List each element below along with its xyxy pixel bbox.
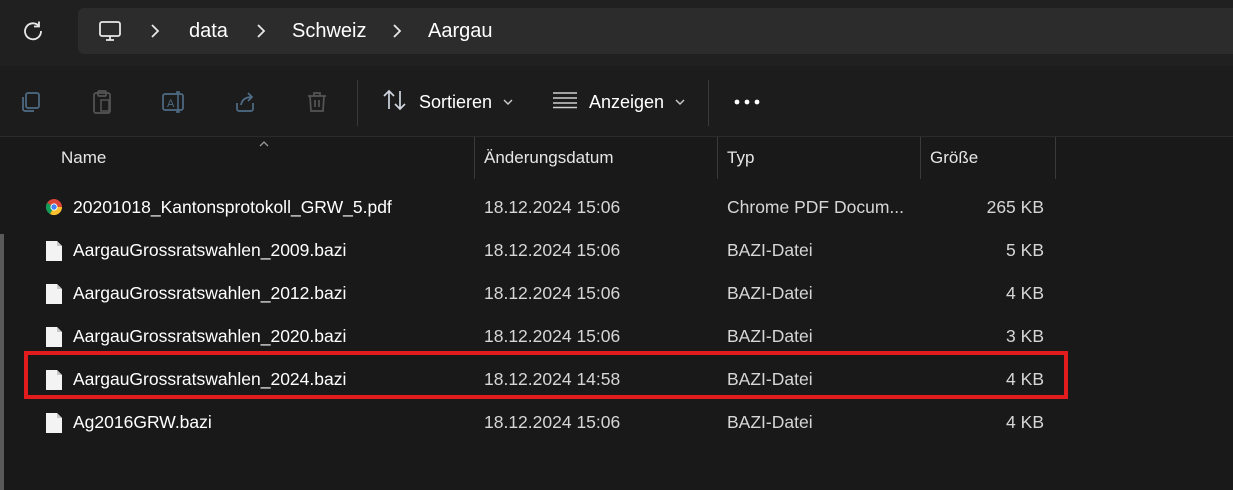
file-type: BAZI-Datei [727, 283, 813, 303]
refresh-icon[interactable] [20, 18, 46, 44]
file-size: 4 KB [1006, 412, 1044, 432]
file-size: 4 KB [1006, 283, 1044, 303]
file-type: Chrome PDF Docum... [727, 197, 904, 217]
file-name: 20201018_Kantonsprotokoll_GRW_5.pdf [73, 197, 392, 217]
file-row[interactable]: Ag2016GRW.bazi 18.12.2024 15:06 BAZI-Dat… [30, 401, 1070, 444]
computer-icon[interactable] [98, 19, 122, 48]
file-row-highlighted[interactable]: AargauGrossratswahlen_2024.bazi 18.12.20… [30, 358, 1070, 401]
file-name: AargauGrossratswahlen_2024.bazi [73, 369, 347, 389]
file-type: BAZI-Datei [727, 369, 813, 389]
column-size[interactable]: Größe [930, 137, 978, 179]
column-divider[interactable] [920, 137, 921, 179]
file-modified: 18.12.2024 14:58 [484, 369, 621, 389]
chevron-down-icon [502, 93, 514, 111]
file-name: AargauGrossratswahlen_2012.bazi [73, 283, 347, 303]
file-size: 265 KB [986, 197, 1044, 217]
breadcrumb-data[interactable]: data [189, 8, 228, 54]
scrollbar[interactable] [0, 234, 4, 490]
chrome-pdf-icon [45, 197, 63, 219]
chevron-down-icon [674, 93, 686, 111]
breadcrumb-aargau[interactable]: Aargau [428, 8, 493, 54]
svg-text:A: A [167, 98, 175, 110]
copy-icon[interactable] [17, 88, 45, 116]
file-icon [45, 240, 63, 262]
file-name: Ag2016GRW.bazi [73, 412, 212, 432]
column-header: Name Änderungsdatum Typ Größe [0, 137, 1233, 179]
more-icon[interactable] [732, 88, 762, 116]
file-icon [45, 369, 63, 391]
file-type: BAZI-Datei [727, 326, 813, 346]
file-size: 4 KB [1006, 369, 1044, 389]
file-modified: 18.12.2024 15:06 [484, 283, 621, 303]
column-modified[interactable]: Änderungsdatum [484, 137, 613, 179]
file-icon [45, 283, 63, 305]
file-icon [45, 326, 63, 348]
file-modified: 18.12.2024 15:06 [484, 240, 621, 260]
file-name: AargauGrossratswahlen_2009.bazi [73, 240, 347, 260]
breadcrumb-schweiz[interactable]: Schweiz [292, 8, 366, 54]
sort-icon [382, 89, 408, 116]
column-divider[interactable] [1055, 137, 1056, 179]
chevron-right-icon[interactable] [256, 8, 266, 54]
file-row[interactable]: AargauGrossratswahlen_2020.bazi 18.12.20… [30, 315, 1070, 358]
file-row[interactable]: AargauGrossratswahlen_2012.bazi 18.12.20… [30, 272, 1070, 315]
file-modified: 18.12.2024 15:06 [484, 412, 621, 432]
file-type: BAZI-Datei [727, 240, 813, 260]
share-icon[interactable] [231, 88, 259, 116]
view-icon [552, 91, 578, 114]
command-bar: A Sortieren Anzeigen [0, 66, 1233, 137]
file-size: 3 KB [1006, 326, 1044, 346]
address-bar-row: data Schweiz Aargau [0, 0, 1233, 66]
chevron-right-icon[interactable] [392, 8, 402, 54]
file-row[interactable]: AargauGrossratswahlen_2009.bazi 18.12.20… [30, 229, 1070, 272]
delete-icon[interactable] [303, 88, 331, 116]
column-divider[interactable] [717, 137, 718, 179]
sort-button[interactable]: Sortieren [382, 86, 514, 118]
file-modified: 18.12.2024 15:06 [484, 197, 621, 217]
file-name: AargauGrossratswahlen_2020.bazi [73, 326, 347, 346]
paste-icon[interactable] [88, 88, 116, 116]
file-modified: 18.12.2024 15:06 [484, 326, 621, 346]
toolbar-separator [708, 80, 709, 126]
view-button[interactable]: Anzeigen [552, 86, 686, 118]
rename-icon[interactable]: A [160, 88, 188, 116]
file-row[interactable]: 20201018_Kantonsprotokoll_GRW_5.pdf 18.1… [30, 186, 1070, 229]
file-size: 5 KB [1006, 240, 1044, 260]
file-type: BAZI-Datei [727, 412, 813, 432]
toolbar-separator [357, 80, 358, 126]
chevron-right-icon[interactable] [150, 8, 160, 54]
column-type[interactable]: Typ [727, 137, 754, 179]
sort-label: Sortieren [419, 91, 493, 112]
view-label: Anzeigen [589, 91, 665, 112]
address-bar[interactable]: data Schweiz Aargau [78, 8, 1233, 54]
column-name[interactable]: Name [61, 137, 106, 179]
column-divider[interactable] [474, 137, 475, 179]
file-icon [45, 412, 63, 434]
